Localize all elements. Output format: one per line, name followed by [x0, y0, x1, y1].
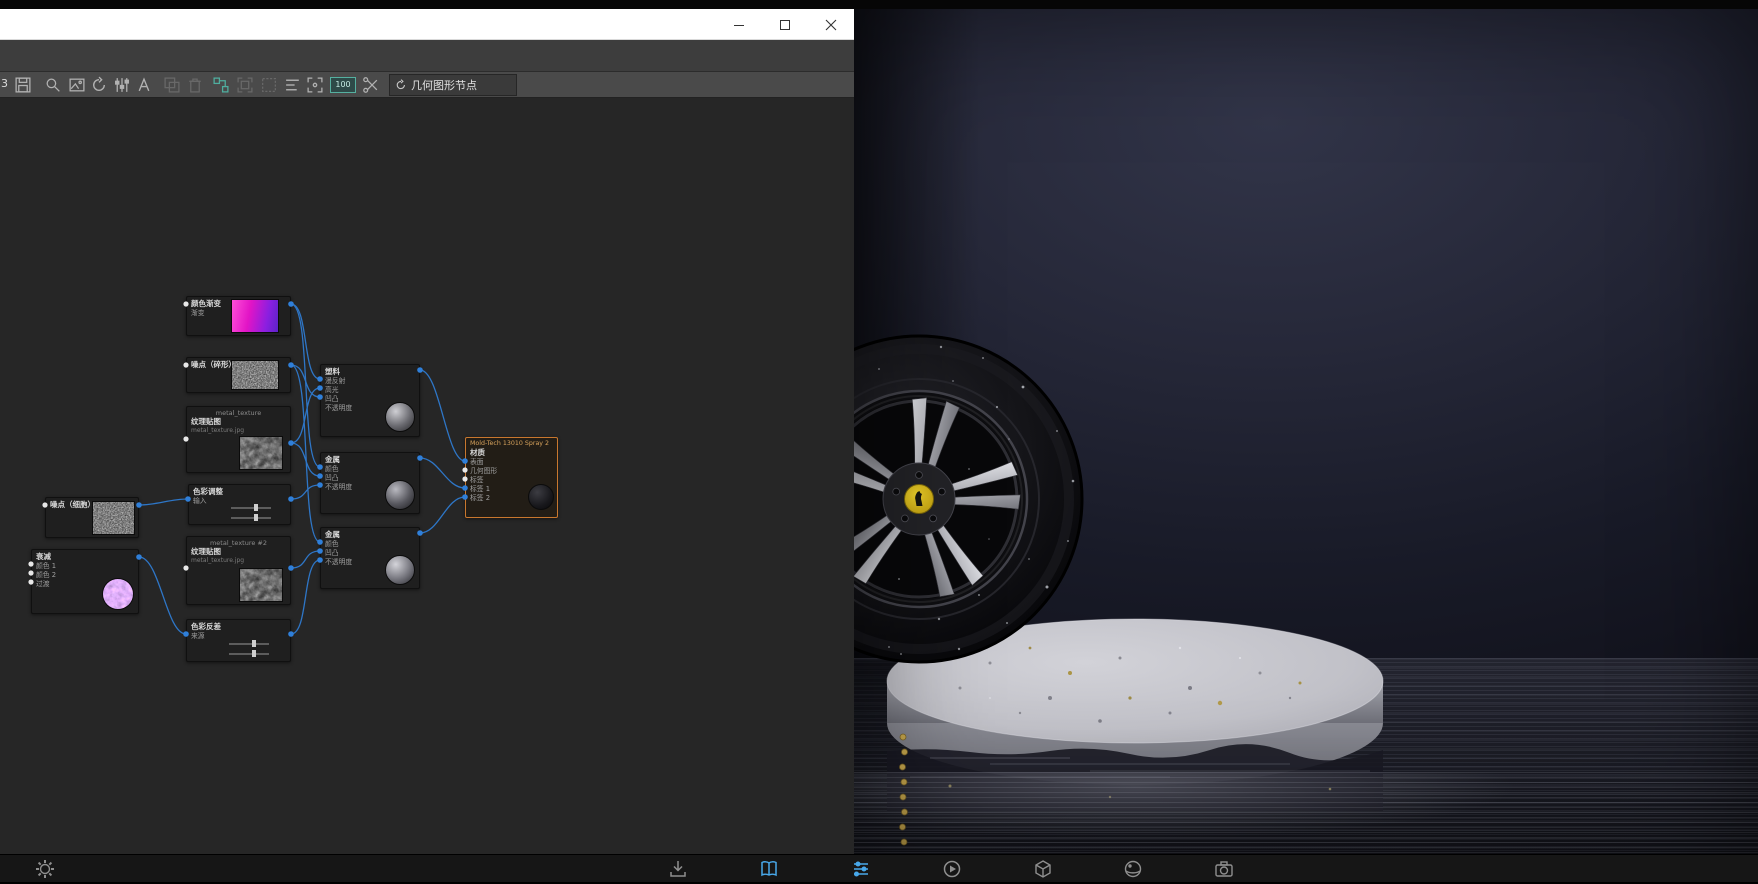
node-color-gradient[interactable]: 颜色渐变 渐变	[186, 296, 291, 336]
top-strip	[0, 0, 1758, 9]
metal-material-preview-1	[385, 480, 415, 510]
menu-strip	[0, 40, 854, 72]
cut-connection-icon[interactable]	[362, 76, 380, 94]
geometry-cube-icon	[1032, 858, 1054, 880]
library-icon	[758, 858, 780, 880]
group-nodes-icon[interactable]	[212, 76, 230, 94]
graph-toolbar: 3 100 几何图形节点	[0, 72, 854, 98]
gradient-preview	[231, 299, 279, 333]
project-icon	[850, 858, 872, 880]
realtime-viewport[interactable]	[854, 9, 1758, 854]
minimize-button[interactable]	[716, 9, 762, 40]
contrast-slider-2[interactable]	[229, 653, 269, 655]
node-texture-map-2[interactable]: metal_texture #2 纹理贴图 metal_texture.jpg	[186, 536, 291, 605]
materials-button[interactable]	[1122, 858, 1144, 880]
text-label-icon[interactable]	[135, 76, 153, 94]
render-settings-button[interactable]	[34, 858, 56, 880]
adjust-sliders-icon[interactable]	[113, 76, 131, 94]
delete-icon[interactable]	[186, 76, 204, 94]
falloff-preview	[102, 578, 134, 610]
import-icon	[667, 858, 689, 880]
node-type-label: 几何图形节点	[411, 77, 477, 93]
fit-view-icon[interactable]	[306, 76, 324, 94]
adjust-slider-1[interactable]	[231, 507, 271, 509]
node-falloff[interactable]: 衰减 颜色 1 颜色 2 过渡	[31, 549, 139, 614]
adjust-slider-2[interactable]	[231, 517, 271, 519]
material-sphere-icon	[1122, 858, 1144, 880]
node-color-contrast[interactable]: 色彩反差 来源	[186, 619, 291, 662]
node-metal-2[interactable]: 金属 颜色 凹凸 不透明度	[320, 527, 420, 589]
duplicate-icon[interactable]	[163, 76, 181, 94]
node-metal-1[interactable]: 金属 颜色 凹凸 不透明度	[320, 452, 420, 514]
node-root-material[interactable]: Mold-Tech 13010 Spray 2 材质 表面 几何图形 标签 标签…	[465, 437, 558, 518]
render-settings-gear-icon	[34, 858, 56, 880]
zoom-select-icon[interactable]	[44, 76, 62, 94]
node-color-adjust[interactable]: 色彩调整 输入	[188, 484, 291, 525]
save-icon[interactable]	[14, 76, 32, 94]
texture-preview-2	[239, 568, 283, 602]
import-button[interactable]	[667, 858, 689, 880]
minimize-icon	[733, 19, 745, 31]
render-camera-icon	[1213, 858, 1235, 880]
ferrari-wheel	[854, 329, 1089, 669]
refresh-icon[interactable]	[90, 76, 108, 94]
noise-preview-2	[92, 501, 135, 535]
close-icon	[825, 19, 837, 31]
plastic-material-preview	[385, 402, 415, 432]
maximize-button[interactable]	[762, 9, 808, 40]
close-button[interactable]	[808, 9, 854, 40]
root-material-preview	[528, 484, 554, 510]
animation-icon	[941, 858, 963, 880]
node-texture-map-1[interactable]: metal_texture 纹理贴图 metal_texture.jpg	[186, 406, 291, 473]
texture-preview	[239, 436, 283, 470]
animation-button[interactable]	[941, 858, 963, 880]
node-noise-cellular[interactable]: 噪点（细胞）	[45, 497, 139, 538]
keyshot-app: 3 100 几何图形节点 颜色渐变	[0, 0, 1758, 882]
expand-nodes-icon[interactable]	[236, 76, 254, 94]
front-water-ripples	[854, 772, 1758, 854]
maximize-icon	[779, 19, 791, 31]
node-connections	[0, 98, 854, 854]
project-button[interactable]	[850, 858, 872, 880]
node-plastic[interactable]: 塑料 漫反射 高光 凹凸 不透明度	[320, 364, 420, 437]
toolbar-prefix: 3	[1, 77, 8, 90]
node-type-field[interactable]: 几何图形节点	[389, 74, 517, 96]
material-graph-canvas[interactable]: 颜色渐变 渐变 噪点（碎形） metal_texture 纹理贴图 metal_…	[0, 98, 854, 854]
node-noise-fractal[interactable]: 噪点（碎形）	[186, 357, 291, 393]
render-button[interactable]	[1213, 858, 1235, 880]
contrast-slider-1[interactable]	[229, 643, 269, 645]
noise-preview	[231, 360, 279, 390]
bottom-toolbar	[0, 854, 1758, 882]
zoom-level-indicator[interactable]: 100	[330, 77, 356, 93]
metal-material-preview-2	[385, 555, 415, 585]
align-icon[interactable]	[284, 76, 302, 94]
image-icon[interactable]	[68, 76, 86, 94]
gold-chain	[892, 731, 916, 854]
frame-nodes-icon[interactable]	[260, 76, 278, 94]
reload-node-type-icon[interactable]	[395, 79, 407, 91]
library-button[interactable]	[758, 858, 780, 880]
material-graph-titlebar[interactable]	[0, 9, 854, 40]
geometry-button[interactable]	[1032, 858, 1054, 880]
